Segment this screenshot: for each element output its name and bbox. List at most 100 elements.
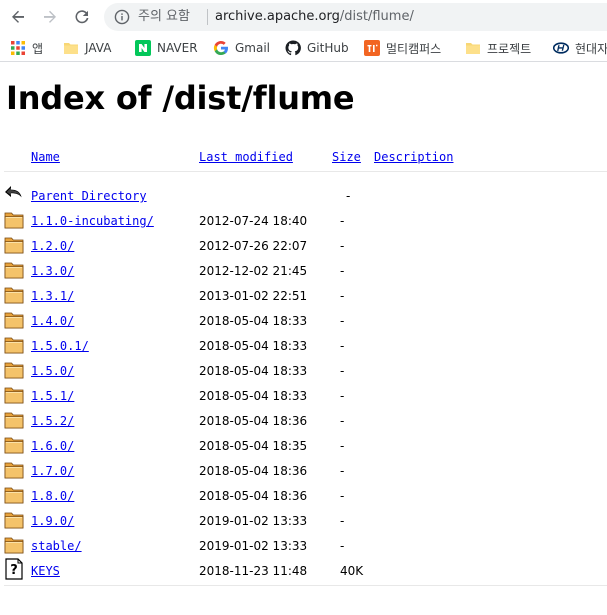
- bookmark-label: Gmail: [235, 41, 271, 55]
- entry-size: 40K: [340, 564, 364, 578]
- entry-link[interactable]: 1.9.0/: [31, 513, 74, 529]
- info-icon[interactable]: [114, 9, 130, 25]
- security-status-text[interactable]: 주의 요함: [138, 9, 190, 25]
- entry-last-modified: 2012-07-26 22:07: [199, 239, 308, 253]
- bookmark-naver[interactable]: NAVER: [135, 39, 198, 57]
- omnibox-divider: [207, 9, 208, 25]
- bookmark-label: 프로젝트: [487, 41, 532, 56]
- entry-size: -: [340, 514, 345, 528]
- folder-icon: [4, 308, 24, 330]
- unknown-file-icon: ?: [4, 558, 24, 580]
- list-item: 1.8.0/2018-05-04 18:36 -: [0, 483, 607, 508]
- sort-by-description-link[interactable]: Description: [374, 150, 453, 164]
- back-button[interactable]: [6, 5, 30, 29]
- list-item: 1.3.1/2013-01-02 22:51 -: [0, 283, 607, 308]
- entry-link[interactable]: 1.5.2/: [31, 413, 74, 429]
- bookmark-label: NAVER: [157, 41, 198, 55]
- parent-directory-link[interactable]: Parent Directory: [31, 188, 147, 204]
- folder-icon: [4, 408, 24, 430]
- entry-link[interactable]: 1.3.1/: [31, 288, 74, 304]
- entry-last-modified: 2018-05-04 18:33: [199, 314, 308, 328]
- entry-size: -: [346, 189, 351, 203]
- entry-link[interactable]: stable/: [31, 538, 82, 554]
- sort-by-size-link[interactable]: Size: [332, 150, 361, 164]
- entry-link[interactable]: 1.1.0-incubating/: [31, 213, 154, 229]
- page-title: Index of /dist/flume: [6, 79, 355, 117]
- entry-link[interactable]: 1.8.0/: [31, 488, 74, 504]
- folder-icon: [4, 233, 24, 255]
- entry-last-modified: 2013-01-02 22:51: [199, 289, 308, 303]
- list-item: 1.4.0/2018-05-04 18:33 -: [0, 308, 607, 333]
- entry-size: -: [340, 489, 345, 503]
- entry-last-modified: 2018-05-04 18:33: [199, 389, 308, 403]
- bookmark-java[interactable]: JAVA: [63, 39, 111, 57]
- url-host: archive.apache.org: [215, 9, 340, 24]
- naver-icon: [135, 40, 151, 56]
- parent-directory-row: Parent Directory -: [0, 183, 607, 208]
- list-item: 1.3.0/2012-12-02 21:45 -: [0, 258, 607, 283]
- reload-button[interactable]: [70, 5, 94, 29]
- forward-button[interactable]: [38, 5, 62, 29]
- folder-icon: [4, 208, 24, 230]
- entry-size: -: [340, 239, 345, 253]
- entry-link[interactable]: 1.5.0/: [31, 363, 74, 379]
- bookmark-project[interactable]: 프로젝트: [465, 39, 531, 57]
- folder-icon: [4, 283, 24, 305]
- sort-by-name-link[interactable]: Name: [31, 150, 60, 164]
- entry-last-modified: 2018-05-04 18:36: [199, 464, 308, 478]
- bookmark-apps[interactable]: 앱: [10, 39, 43, 57]
- entry-last-modified: 2018-05-04 18:36: [199, 414, 308, 428]
- entry-link[interactable]: 1.4.0/: [31, 313, 74, 329]
- bookmark-multicampus[interactable]: 멀티캠퍼스: [364, 39, 441, 57]
- folder-icon: [4, 533, 24, 555]
- entry-last-modified: 2019-01-02 13:33: [199, 514, 308, 528]
- entry-last-modified: 2018-05-04 18:33: [199, 364, 308, 378]
- list-item: 1.5.0.1/2018-05-04 18:33 -: [0, 333, 607, 358]
- entry-size: -: [340, 364, 345, 378]
- entry-size: -: [340, 339, 345, 353]
- svg-text:?: ?: [10, 563, 18, 578]
- entry-link[interactable]: KEYS: [31, 563, 60, 579]
- folder-icon: [465, 40, 481, 56]
- url-text[interactable]: archive.apache.org/dist/flume/: [215, 9, 414, 25]
- sort-by-last-modified-link[interactable]: Last modified: [199, 150, 293, 164]
- entry-size: -: [340, 464, 345, 478]
- browser-toolbar: 주의 요함 archive.apache.org/dist/flume/: [0, 0, 607, 34]
- back-folder-icon: [4, 183, 24, 205]
- folder-icon: [4, 508, 24, 530]
- entry-link[interactable]: 1.5.0.1/: [31, 338, 89, 354]
- folder-icon: [4, 383, 24, 405]
- entry-last-modified: 2018-05-04 18:35: [199, 439, 308, 453]
- list-item: 1.5.0/2018-05-04 18:33 -: [0, 358, 607, 383]
- entry-size: -: [340, 539, 345, 553]
- github-icon: [285, 40, 301, 56]
- entry-last-modified: 2018-11-23 11:48: [199, 564, 308, 578]
- folder-icon: [4, 458, 24, 480]
- back-arrow-icon: [12, 10, 24, 23]
- entry-size: -: [340, 314, 345, 328]
- entry-size: -: [340, 439, 345, 453]
- entry-link[interactable]: 1.6.0/: [31, 438, 74, 454]
- url-path: /dist/flume/: [339, 9, 414, 24]
- bookmark-github[interactable]: GitHub: [285, 39, 349, 57]
- entry-size: -: [340, 389, 345, 403]
- list-item: 1.5.1/2018-05-04 18:33 -: [0, 383, 607, 408]
- forward-arrow-icon: [44, 10, 56, 23]
- bookmark-hyundai[interactable]: 현대자: [552, 39, 607, 57]
- bookmark-label: GitHub: [307, 41, 349, 55]
- entry-last-modified: 2018-05-04 18:36: [199, 489, 308, 503]
- bookmark-label: JAVA: [85, 41, 112, 55]
- folder-icon: [4, 258, 24, 280]
- entry-link[interactable]: 1.3.0/: [31, 263, 74, 279]
- bookmark-gmail[interactable]: Gmail: [213, 39, 270, 57]
- entry-link[interactable]: 1.2.0/: [31, 238, 74, 254]
- bookmarks-bar: 앱 JAVA NAVER Gmail GitHub 멀티캠퍼스 프로젝트 현대자: [0, 34, 607, 62]
- bookmark-label: 멀티캠퍼스: [386, 41, 442, 56]
- list-item: 1.1.0-incubating/2012-07-24 18:40 -: [0, 208, 607, 233]
- reload-icon: [75, 10, 89, 24]
- entry-link[interactable]: 1.5.1/: [31, 388, 74, 404]
- list-item: 1.5.2/2018-05-04 18:36 -: [0, 408, 607, 433]
- address-bar[interactable]: 주의 요함 archive.apache.org/dist/flume/: [104, 3, 607, 31]
- entry-last-modified: 2012-12-02 21:45: [199, 264, 308, 278]
- entry-link[interactable]: 1.7.0/: [31, 463, 74, 479]
